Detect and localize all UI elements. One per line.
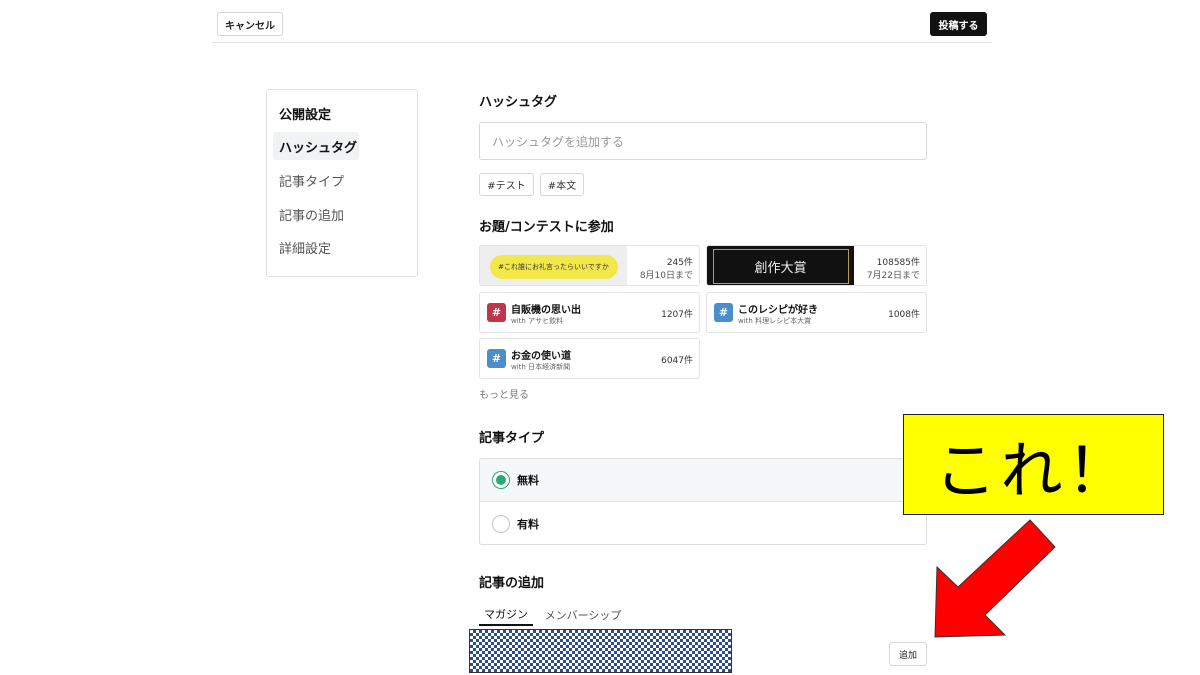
radio-selected-icon [492, 471, 510, 489]
sidebar-item-advanced[interactable]: 詳細設定 [273, 233, 359, 261]
topic-sponsor: with 日本経済新聞 [511, 363, 571, 371]
topic-card[interactable]: # このレシピが好き with 料理レシピ本大賞 1008件 [706, 292, 927, 333]
contest-count: 245件 [666, 258, 693, 268]
hash-icon: # [714, 303, 733, 322]
topic-count: 6047件 [661, 356, 693, 366]
sidebar-item-hashtag[interactable]: ハッシュタグ [273, 132, 359, 160]
topic-title: お金の使い道 [511, 351, 571, 362]
arrow-icon [934, 519, 1056, 638]
sidebar-item-label: 記事タイプ [279, 174, 345, 190]
radio-label: 有料 [517, 517, 539, 531]
contest-banner: 創作大賞 [707, 246, 854, 285]
topic-card[interactable]: # 自販機の思い出 with アサヒ飲料 1207件 [479, 292, 700, 333]
contest-deadline: 8月10日まで [639, 271, 693, 281]
sidebar-item-article-add[interactable]: 記事の追加 [273, 200, 359, 228]
sidebar-item-label: 記事の追加 [279, 208, 345, 224]
annotation-callout: これ！ [903, 414, 1164, 515]
article-type-heading: 記事タイプ [479, 431, 545, 446]
hashtag-chip[interactable]: #本文 [540, 173, 584, 196]
contest-card[interactable]: #これ誰にお礼言ったらいいですか 245件 8月10日まで [479, 245, 700, 286]
contest-count: 108585件 [876, 258, 920, 268]
article-add-heading: 記事の追加 [479, 576, 545, 591]
contest-banner: #これ誰にお礼言ったらいいですか [480, 246, 627, 285]
radio-label: 無料 [517, 474, 539, 487]
sidebar-item-article-type[interactable]: 記事タイプ [273, 166, 359, 194]
redacted-area [469, 629, 732, 673]
add-button[interactable]: 追加 [889, 642, 927, 666]
topic-sponsor: with アサヒ飲料 [511, 317, 564, 325]
hashtag-input[interactable]: ハッシュタグを追加する [479, 122, 927, 160]
banner-text: 創作大賞 [712, 249, 849, 284]
cancel-button[interactable]: キャンセル [217, 12, 283, 36]
topic-count: 1008件 [888, 310, 920, 320]
banner-text: #これ誰にお礼言ったらいいですか [489, 254, 618, 279]
contest-deadline: 7月22日まで [866, 271, 920, 281]
more-link[interactable]: もっと見る [479, 386, 529, 401]
contest-heading: お題/コンテストに参加 [479, 220, 614, 235]
topic-count: 1207件 [661, 310, 693, 320]
hashtag-heading: ハッシュタグ [479, 95, 558, 110]
post-button[interactable]: 投稿する [930, 12, 987, 36]
sidebar-item-label: ハッシュタグ [279, 140, 358, 156]
hash-icon: # [487, 349, 506, 368]
tab-membership[interactable]: メンバーシップ [544, 604, 622, 626]
topic-title: このレシピが好き [738, 305, 818, 316]
topic-sponsor: with 料理レシピ本大賞 [738, 317, 812, 325]
hash-icon: # [487, 303, 506, 322]
tab-magazine[interactable]: マガジン [479, 604, 533, 626]
topic-title: 自販機の思い出 [511, 305, 581, 316]
sidebar-item-label: 詳細設定 [279, 241, 332, 257]
radio-option-free[interactable]: 無料 [480, 459, 926, 502]
article-type-options: 無料 有料 [479, 458, 927, 545]
settings-sidebar: 公開設定 ハッシュタグ 記事タイプ 記事の追加 詳細設定 [266, 89, 418, 277]
radio-unselected-icon [492, 514, 510, 533]
contest-card[interactable]: 創作大賞 108585件 7月22日まで [706, 245, 927, 286]
sidebar-title: 公開設定 [279, 108, 332, 123]
top-bar: キャンセル 投稿する [212, 0, 992, 43]
hashtag-chip[interactable]: #テスト [479, 173, 534, 196]
topic-card[interactable]: # お金の使い道 with 日本経済新聞 6047件 [479, 338, 700, 379]
radio-option-paid[interactable]: 有料 [480, 502, 926, 544]
